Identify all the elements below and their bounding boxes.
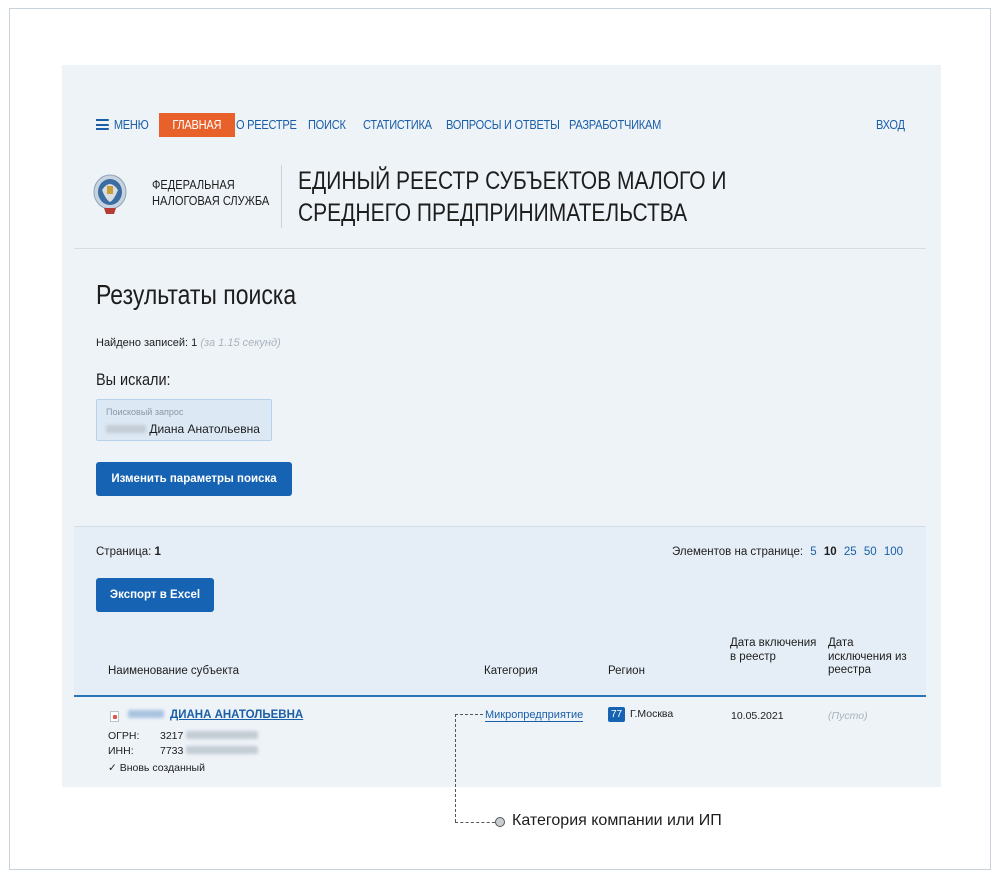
you-searched-heading: Вы искали: [96,370,171,389]
agency-name: ФЕДЕРАЛЬНАЯ НАЛОГОВАЯ СЛУЖБА [152,177,270,208]
per-page-100[interactable]: 100 [884,546,903,558]
header-divider [281,165,282,228]
annotation-dot-icon [495,817,505,827]
region-code-badge: 77 [608,707,626,722]
nav-statistics[interactable]: СТАТИСТИКА [363,113,432,137]
per-page-50[interactable]: 50 [864,546,877,558]
menu-button[interactable]: МЕНЮ [96,113,149,137]
search-query-chip[interactable]: Поисковый запрос Диана Анатольевна [96,399,272,441]
header-divider-line [74,248,926,249]
category-link[interactable]: Микропредприятие [485,709,584,722]
query-value: Диана Анатольевна [106,422,260,436]
redacted-inn [186,746,259,754]
inclusion-date: 10.05.2021 [731,710,784,722]
change-search-button[interactable]: Изменить параметры поиска [96,462,292,496]
ogrn-field: ОГРН: 3217 [108,730,259,742]
column-header-exclusion-date: Дата исключения из реестра [828,637,907,676]
annotation-leader-line [455,714,456,822]
annotation-label: Категория компании или ИП [512,812,722,829]
status-badge: ✓ Вновь созданный [108,762,205,774]
per-page-10[interactable]: 10 [824,546,837,558]
region-cell: 77 Г.Москва [608,707,673,722]
page-title: Результаты поиска [96,279,297,310]
nav-faq[interactable]: ВОПРОСЫ И ОТВЕТЫ [446,113,560,137]
per-page-selector: Элементов на странице: 5 10 25 50 100 [672,546,904,558]
query-label: Поисковый запрос [106,407,184,417]
fns-emblem-icon[interactable] [92,170,128,218]
top-navigation: МЕНЮ ГЛАВНАЯ О РЕЕСТРЕ ПОИСК СТАТИСТИКА … [62,113,941,137]
nav-developers[interactable]: РАЗРАБОТЧИКАМ [569,113,661,137]
column-header-region: Регион [608,665,645,677]
per-page-5[interactable]: 5 [810,546,816,558]
pagination-info: Страница: 1 [96,546,161,558]
page: МЕНЮ ГЛАВНАЯ О РЕЕСТРЕ ПОИСК СТАТИСТИКА … [62,65,941,787]
site-header: ФЕДЕРАЛЬНАЯ НАЛОГОВАЯ СЛУЖБА ЕДИНЫЙ РЕЕС… [92,165,922,229]
annotation-leader-line [455,714,483,715]
column-header-inclusion-date: Дата включения в реестр [730,637,817,663]
nav-home[interactable]: ГЛАВНАЯ [159,113,235,137]
nav-about-registry[interactable]: О РЕЕСТРЕ [236,113,297,137]
column-header-category: Категория [484,665,538,677]
exclusion-date: (Пусто) [828,710,868,722]
pdf-document-icon[interactable] [110,711,119,722]
annotation-leader-line [455,822,495,823]
inn-field: ИНН: 7733 [108,745,259,757]
registry-title: ЕДИНЫЙ РЕЕСТР СУБЪЕКТОВ МАЛОГО И СРЕДНЕГ… [298,167,727,227]
hamburger-icon [96,119,109,130]
redacted-surname [128,710,164,718]
redacted-ogrn [186,731,259,739]
menu-label: МЕНЮ [113,117,149,132]
found-count: Найдено записей: 1 (за 1.15 секунд) [96,337,281,349]
entity-name-link[interactable]: ДИАНА АНАТОЛЬЕВНА [128,709,303,721]
redacted-surname [106,425,146,433]
export-excel-button[interactable]: Экспорт в Excel [96,578,214,612]
nav-search[interactable]: ПОИСК [308,113,346,137]
column-header-name: Наименование субъекта [108,665,240,677]
per-page-25[interactable]: 25 [844,546,857,558]
login-link[interactable]: ВХОД [876,113,905,137]
